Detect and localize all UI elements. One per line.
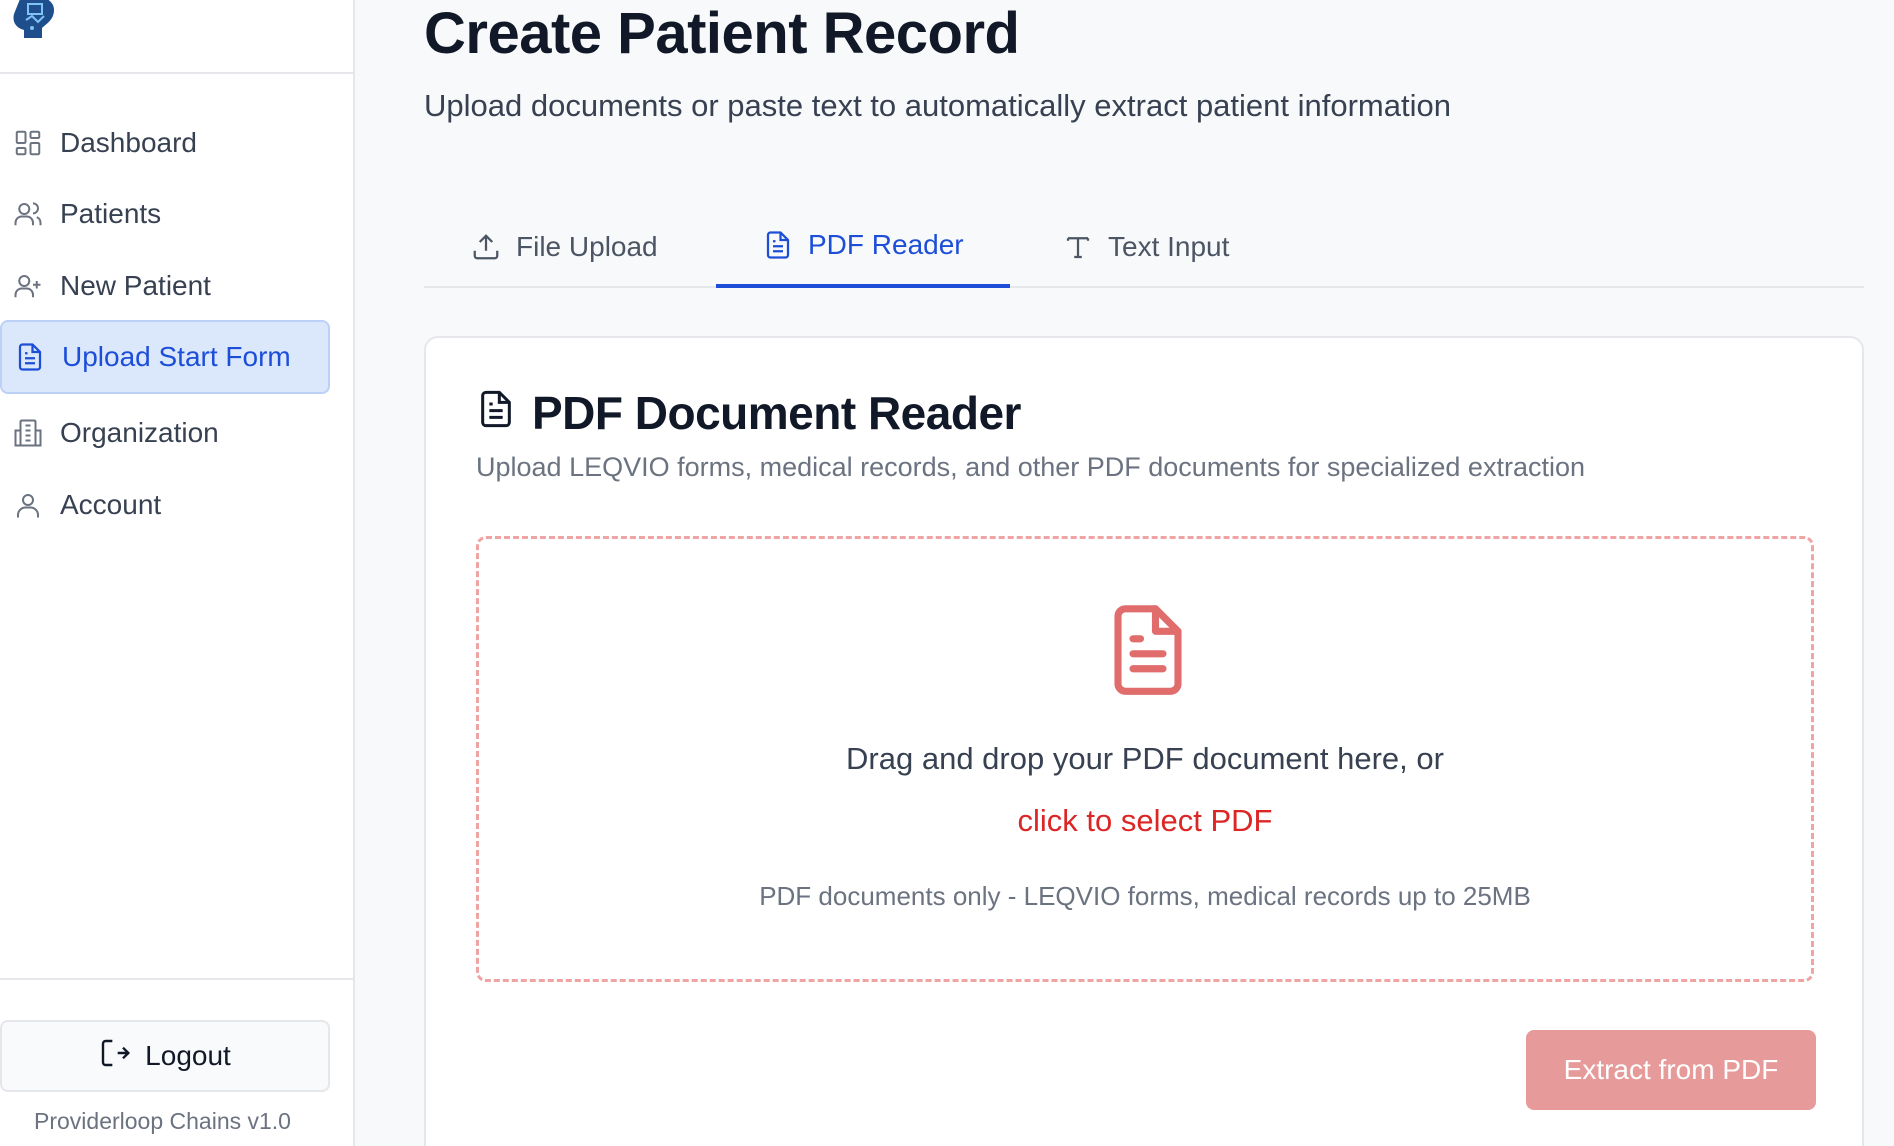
pdf-reader-card: PDF Document Reader Upload LEQVIO forms,… [424, 336, 1864, 1146]
sidebar-item-organization[interactable]: Organization [0, 396, 330, 470]
card-title: PDF Document Reader [476, 386, 1021, 440]
upload-icon [470, 231, 502, 263]
sidebar-divider [0, 978, 353, 980]
users-icon [12, 198, 44, 230]
logout-label: Logout [145, 1040, 231, 1071]
sidebar-item-account[interactable]: Account [0, 468, 330, 542]
user-icon [12, 489, 44, 521]
app-version: Providerloop Chains v1.0 [34, 1108, 291, 1134]
sidebar-item-label: Patients [60, 198, 162, 229]
dropzone-prompt: Drag and drop your PDF document here, or [846, 741, 1444, 776]
user-plus-icon [12, 270, 44, 302]
file-text-icon [14, 341, 46, 373]
dropzone-note: PDF documents only - LEQVIO forms, medic… [759, 881, 1531, 911]
file-text-icon [476, 386, 516, 440]
sidebar-item-label: Dashboard [60, 127, 197, 158]
pdf-file-icon [1103, 601, 1193, 699]
logout-icon [99, 1037, 131, 1076]
sidebar-item-label: New Patient [60, 270, 211, 301]
extract-from-pdf-button[interactable]: Extract from PDF [1526, 1030, 1816, 1110]
tab-pdf-reader[interactable]: PDF Reader [716, 206, 1010, 288]
building-icon [12, 417, 44, 449]
sidebar-item-label: Organization [60, 417, 219, 448]
tab-text-input[interactable]: Text Input [1016, 206, 1275, 288]
sidebar-item-dashboard[interactable]: Dashboard [0, 106, 330, 180]
app-logo[interactable] [8, 0, 62, 40]
file-text-icon [762, 229, 794, 261]
tab-label: File Upload [516, 231, 658, 262]
sidebar: Dashboard Patients New Patient Upload St… [0, 0, 355, 1146]
sidebar-item-label: Account [60, 489, 162, 520]
card-subtitle: Upload LEQVIO forms, medical records, an… [476, 452, 1585, 482]
select-pdf-link[interactable]: click to select PDF [479, 803, 1811, 839]
page-subtitle: Upload documents or paste text to automa… [424, 88, 1451, 123]
text-type-icon [1062, 231, 1094, 263]
sidebar-item-label: Upload Start Form [62, 341, 291, 372]
sidebar-item-upload-start-form[interactable]: Upload Start Form [0, 320, 330, 394]
sidebar-item-new-patient[interactable]: New Patient [0, 249, 330, 323]
tab-file-upload[interactable]: File Upload [424, 206, 704, 288]
logout-button[interactable]: Logout [0, 1020, 330, 1092]
sidebar-item-patients[interactable]: Patients [0, 177, 330, 251]
pdf-dropzone[interactable]: Drag and drop your PDF document here, or… [476, 536, 1814, 982]
dashboard-grid-icon [12, 127, 44, 159]
sidebar-divider [0, 72, 353, 74]
card-title-text: PDF Document Reader [532, 387, 1021, 439]
page-title: Create Patient Record [424, 1, 1020, 66]
tab-label: Text Input [1108, 231, 1230, 262]
tab-label: PDF Reader [808, 229, 964, 260]
tab-bar: File Upload PDF Reader Text Input [424, 206, 1864, 288]
